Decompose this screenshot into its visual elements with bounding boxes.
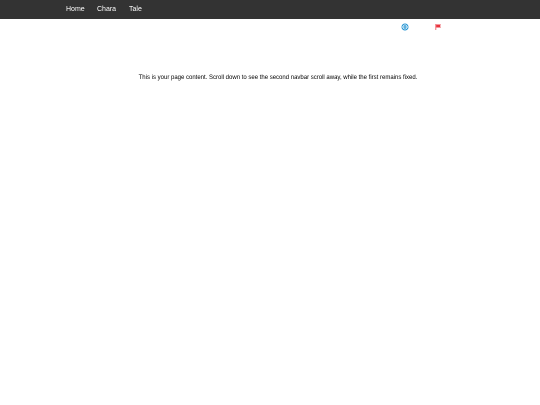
page-content: This is your page content. Scroll down t…: [0, 75, 540, 81]
page-content-text: This is your page content. Scroll down t…: [138, 75, 418, 81]
nav-link-chara[interactable]: Chara: [97, 0, 116, 19]
globe-icon[interactable]: [401, 23, 409, 31]
nav-link-home[interactable]: Home: [66, 0, 85, 19]
nav-link-tale[interactable]: Tale: [129, 0, 142, 19]
flag-icon[interactable]: [435, 24, 442, 30]
top-navbar: Home Chara Tale: [0, 0, 540, 19]
